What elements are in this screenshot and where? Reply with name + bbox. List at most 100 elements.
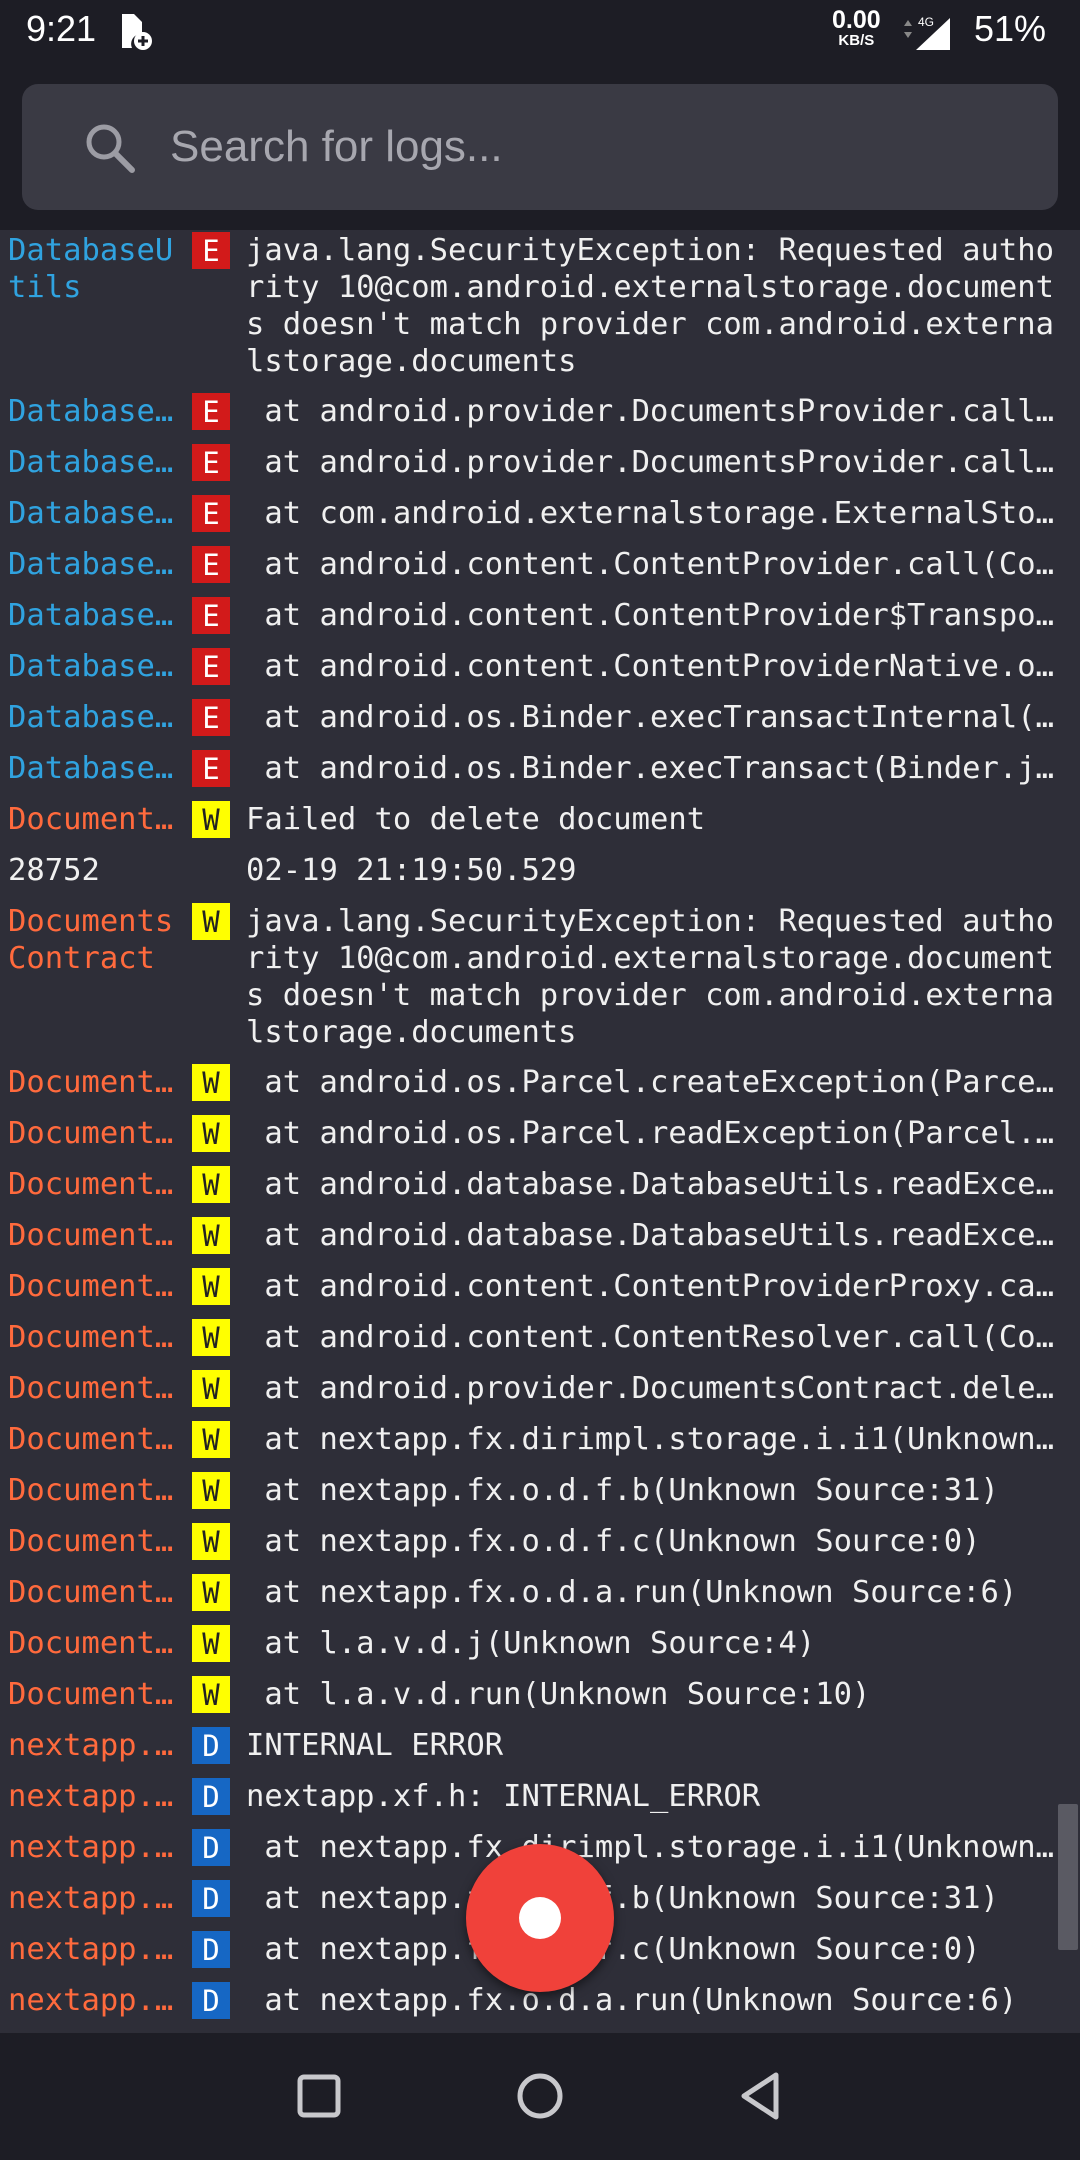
- log-row[interactable]: 28752 02-19 21:19:50.529: [0, 852, 1080, 889]
- log-level-badge: W: [192, 801, 230, 838]
- log-row[interactable]: DocumentsContractW at android.database.D…: [0, 1217, 1080, 1254]
- log-message: at nextapp.fx.o.d.a.run(Unknown Source:6…: [246, 1983, 1018, 2018]
- log-tag: DatabaseUtils: [8, 445, 190, 480]
- log-tag: nextapp.fx: [8, 1932, 190, 1967]
- log-row[interactable]: DatabaseUtilsE at android.os.Binder.exec…: [0, 699, 1080, 736]
- log-level-badge: E: [192, 444, 230, 481]
- log-message: at android.os.Binder.execTransact(Binder…: [246, 751, 1080, 786]
- log-tag: DatabaseUtils: [8, 649, 190, 684]
- log-row[interactable]: DatabaseUtilsE at android.content.Conten…: [0, 597, 1080, 634]
- log-row[interactable]: DocumentsContractW Failed to delete docum…: [0, 801, 1080, 838]
- log-level-badge: W: [192, 903, 230, 940]
- log-row[interactable]: DocumentsContractW at android.content.Co…: [0, 1319, 1080, 1356]
- navigation-bar: [0, 2033, 1080, 2160]
- log-tag: nextapp.fx: [8, 1830, 190, 1865]
- log-level-badge: E: [192, 750, 230, 787]
- log-row[interactable]: DocumentsContractW at l.a.v.d.run(Unknow…: [0, 1676, 1080, 1713]
- log-level-badge: D: [192, 1829, 230, 1866]
- status-bar: 9:21 0.00 KB/S 4G 51%: [0, 0, 1080, 66]
- record-icon: [519, 1897, 561, 1939]
- log-tag: nextapp.fx: [8, 1983, 190, 2018]
- log-row[interactable]: DocumentsContractW at android.os.Parcel.…: [0, 1115, 1080, 1152]
- log-message: java.lang.SecurityException: Requested a…: [246, 904, 1054, 1050]
- log-tag: DocumentsContract: [8, 1677, 190, 1712]
- log-message: java.lang.SecurityException: Requested a…: [246, 233, 1054, 379]
- log-message: at com.android.externalstorage.ExternalS…: [264, 496, 1080, 531]
- log-tag: DocumentsContract: [8, 1473, 190, 1508]
- log-message: at nextapp.fx.o.d.a.run(Unknown Source:6…: [246, 1575, 1018, 1610]
- back-icon[interactable]: [726, 2061, 796, 2131]
- log-tag: DatabaseUtils: [8, 547, 190, 582]
- recents-icon[interactable]: [284, 2061, 354, 2131]
- log-message: 02-19 21:19:50.529: [246, 853, 577, 888]
- search-bar[interactable]: [22, 84, 1058, 210]
- status-time: 9:21: [26, 8, 97, 49]
- log-row[interactable]: nextapp.fx D INTERNAL ERROR: [0, 1727, 1080, 1764]
- log-row[interactable]: DocumentsContractW at nextapp.fx.dirimpl…: [0, 1421, 1080, 1458]
- log-message: at nextapp.fx.o.d.f.c(Unknown Source:0): [246, 1932, 981, 1967]
- log-tag: DocumentsContract: [8, 1371, 190, 1406]
- log-tag: DocumentsContract: [8, 802, 190, 837]
- log-message: at android.os.Binder.execTransactInterna…: [264, 700, 1080, 735]
- signal-icon: 4G: [904, 15, 950, 50]
- log-tag: DatabaseUtils: [8, 700, 190, 735]
- log-level-badge: W: [192, 1421, 230, 1458]
- log-level-badge: D: [192, 1982, 230, 2019]
- log-row[interactable]: DocumentsContractW at nextapp.fx.o.d.f.c…: [0, 1523, 1080, 1560]
- log-row[interactable]: DatabaseUtilsE at android.provider.Docum…: [0, 393, 1080, 430]
- log-row[interactable]: DatabaseUtilsE at android.content.Conten…: [0, 648, 1080, 685]
- log-level-badge: D: [192, 1931, 230, 1968]
- log-message: at android.database.DatabaseUtils.readEx…: [264, 1218, 1080, 1253]
- home-icon[interactable]: [505, 2061, 575, 2131]
- log-list[interactable]: DatabaseUtils Ejava.lang.SecurityExceptio…: [0, 230, 1080, 2033]
- log-row[interactable]: DatabaseUtilsE at android.provider.Docum…: [0, 444, 1080, 481]
- log-tag: DocumentsContract: [8, 1524, 190, 1559]
- log-message: at nextapp.fx.o.d.f.c(Unknown Source:0): [246, 1524, 981, 1559]
- scrollbar[interactable]: [1058, 1804, 1078, 1950]
- log-tag: DocumentsContract: [8, 904, 174, 976]
- log-tag: nextapp.fx: [8, 1728, 190, 1763]
- log-row[interactable]: nextapp.fx Dnextapp.xf.h: INTERNAL_ERROR: [0, 1778, 1080, 1815]
- log-level-badge: E: [192, 699, 230, 736]
- log-message: at android.content.ContentResolver.call(…: [264, 1320, 1080, 1355]
- log-level-badge: W: [192, 1370, 230, 1407]
- log-tag: DocumentsContract: [8, 1167, 190, 1202]
- log-row[interactable]: DatabaseUtilsE at com.android.externalst…: [0, 495, 1080, 532]
- log-row[interactable]: DatabaseUtilsE at android.content.Conten…: [0, 546, 1080, 583]
- log-level-badge: D: [192, 1880, 230, 1917]
- svg-text:4G: 4G: [918, 15, 934, 29]
- log-level-badge: W: [192, 1625, 230, 1662]
- log-row[interactable]: DocumentsContractW at nextapp.fx.o.d.f.b…: [0, 1472, 1080, 1509]
- log-message: at nextapp.fx.o.d.f.b(Unknown Source:31): [246, 1473, 999, 1508]
- log-message: at l.a.v.d.j(Unknown Source:4): [246, 1626, 816, 1661]
- log-message: at android.content.ContentProvider.call(…: [264, 547, 1080, 582]
- log-level-badge: E: [192, 648, 230, 685]
- log-row[interactable]: DatabaseUtilsE at android.os.Binder.exec…: [0, 750, 1080, 787]
- log-tag: DocumentsContract: [8, 1218, 190, 1253]
- search-input[interactable]: [168, 110, 1032, 184]
- log-tag: DatabaseUtils: [8, 751, 190, 786]
- log-row[interactable]: DocumentsContractW at android.content.Co…: [0, 1268, 1080, 1305]
- log-level-badge: W: [192, 1268, 230, 1305]
- log-row[interactable]: DocumentsContractW at android.database.D…: [0, 1166, 1080, 1203]
- log-message: at nextapp.fx.dirimpl.storage.i.i1(Unkno…: [264, 1830, 1080, 1865]
- log-row[interactable]: DocumentsContract Wjava.lang.SecurityExce…: [0, 903, 1080, 1051]
- log-row[interactable]: DatabaseUtils Ejava.lang.SecurityExceptio…: [0, 232, 1080, 380]
- log-row[interactable]: DocumentsContractW at android.provider.D…: [0, 1370, 1080, 1407]
- battery-level: 51%: [974, 8, 1047, 49]
- record-button[interactable]: [466, 1844, 614, 1992]
- log-message: at android.provider.DocumentsContract.de…: [264, 1371, 1080, 1406]
- log-tag: nextapp.fx: [8, 1881, 190, 1916]
- log-message: at nextapp.fx.dirimpl.storage.i.i1(Unkno…: [264, 1422, 1080, 1457]
- log-row[interactable]: DocumentsContractW at l.a.v.d.j(Unknown …: [0, 1625, 1080, 1662]
- log-level-badge: W: [192, 1064, 230, 1101]
- log-level-badge: W: [192, 1217, 230, 1254]
- log-message: at android.database.DatabaseUtils.readEx…: [264, 1167, 1080, 1202]
- log-tag: DocumentsContract: [8, 1626, 190, 1661]
- log-tag: 28752: [8, 853, 100, 888]
- log-message: at android.provider.DocumentsProvider.ca…: [264, 394, 1080, 429]
- log-row[interactable]: DocumentsContractW at android.os.Parcel.…: [0, 1064, 1080, 1101]
- log-row[interactable]: DocumentsContractW at nextapp.fx.o.d.a.r…: [0, 1574, 1080, 1611]
- log-tag: DatabaseUtils: [8, 394, 190, 429]
- log-message: INTERNAL ERROR: [246, 1728, 504, 1763]
